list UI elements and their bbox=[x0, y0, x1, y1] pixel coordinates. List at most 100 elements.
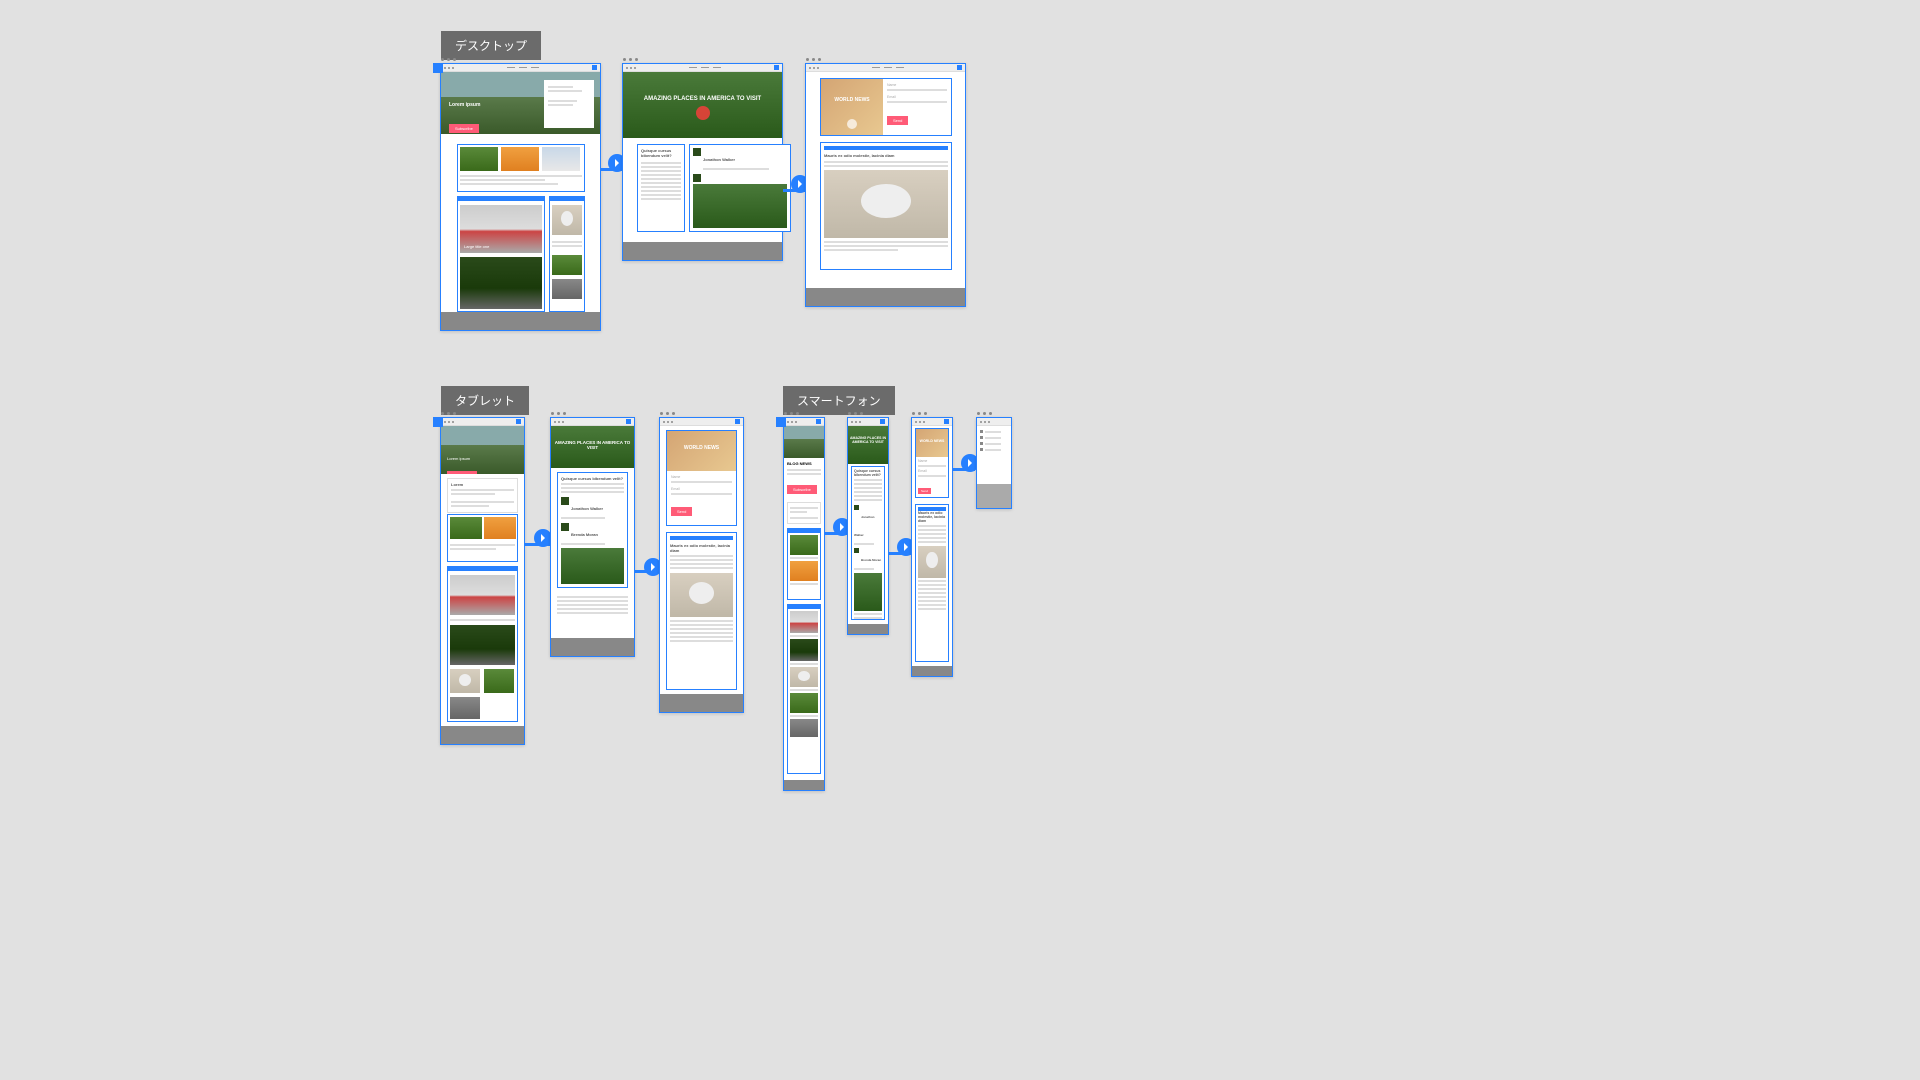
traffic-lights-icon bbox=[441, 412, 456, 415]
desktop-frame-3[interactable]: WORLD NEWS Name Email Send Mauris ex odi… bbox=[805, 63, 966, 307]
info-card: Lorem bbox=[447, 478, 518, 513]
section-sidebar[interactable] bbox=[549, 196, 585, 312]
hero-image: Lorem ipsum Subscribe bbox=[441, 72, 600, 134]
tablet-frame-2[interactable]: AMAZING PLACES IN AMERICA TO VISIT Quisq… bbox=[550, 417, 635, 657]
sp-featured[interactable] bbox=[787, 604, 821, 774]
authors-card[interactable]: Jonathon Walker Brenda Moran bbox=[689, 144, 791, 232]
tablet-cards-row[interactable] bbox=[447, 514, 518, 562]
sp-cards[interactable] bbox=[787, 528, 821, 600]
article-heading-2: Mauris ex odio molestie, lacinia diam bbox=[824, 153, 948, 158]
sp-frame-menu[interactable] bbox=[976, 417, 1012, 509]
browser-chrome bbox=[977, 418, 1011, 426]
footer bbox=[623, 242, 782, 260]
label-tablet: タブレット bbox=[441, 386, 529, 415]
subscribe-form: Name Email Send bbox=[887, 83, 947, 127]
world-news-t[interactable]: WORLD NEWS Name Email Send bbox=[666, 430, 737, 526]
play-icon-small bbox=[847, 119, 857, 129]
thumb bbox=[484, 517, 516, 539]
hero-forest: AMAZING PLACES IN AMERICA TO VISIT bbox=[623, 72, 782, 138]
thumb-elephant-small bbox=[552, 205, 582, 235]
send-button: Send bbox=[887, 116, 908, 125]
browser-chrome bbox=[623, 64, 782, 72]
tablet-featured[interactable] bbox=[447, 566, 518, 722]
label-desktop: デスクトップ bbox=[441, 31, 541, 60]
thumb bbox=[450, 669, 480, 693]
thumb-bridge bbox=[450, 575, 515, 615]
thumb-path bbox=[460, 257, 542, 309]
footer bbox=[784, 780, 824, 790]
traffic-lights-icon bbox=[660, 412, 675, 415]
blog-news-title: BLOG NEWS bbox=[787, 461, 821, 466]
section-featured[interactable]: Large title one bbox=[457, 196, 545, 312]
traffic-lights-icon bbox=[977, 412, 992, 415]
thumb bbox=[484, 669, 514, 693]
traffic-lights-icon bbox=[848, 412, 863, 415]
hero-text: Lorem ipsum bbox=[447, 456, 470, 461]
browser-chrome bbox=[848, 418, 888, 426]
hero-sp bbox=[784, 426, 824, 458]
sp-frame-3[interactable]: WORLD NEWS NameEmailSend Mauris ex odio … bbox=[911, 417, 953, 677]
sp-worldnews[interactable]: WORLD NEWS NameEmailSend bbox=[915, 428, 949, 498]
thumb-desert: WORLD NEWS bbox=[667, 431, 736, 471]
thumb bbox=[450, 517, 482, 539]
traffic-lights-icon bbox=[551, 412, 566, 415]
browser-chrome bbox=[784, 418, 824, 426]
traffic-lights-icon bbox=[623, 58, 638, 61]
article-heading: Quisque cursus bibendum velit? bbox=[641, 148, 681, 158]
browser-chrome bbox=[441, 418, 524, 426]
hero-title: AMAZING PLACES IN AMERICA TO VISIT bbox=[623, 96, 782, 102]
footer bbox=[551, 638, 634, 656]
browser-chrome bbox=[551, 418, 634, 426]
traffic-lights-icon bbox=[806, 58, 821, 61]
article-block[interactable]: Mauris ex odio molestie, lacinia diam bbox=[820, 142, 952, 270]
selection-handle[interactable] bbox=[776, 417, 786, 427]
browser-chrome bbox=[660, 418, 743, 426]
section-cards-row[interactable] bbox=[457, 144, 585, 192]
hero-card bbox=[544, 80, 594, 128]
play-icon bbox=[696, 106, 710, 120]
design-canvas[interactable]: デスクトップ Lorem ipsum Subscribe Large title… bbox=[0, 0, 1920, 1080]
thumb-desert: WORLD NEWS bbox=[821, 79, 883, 135]
thumb-bridge: Large title one bbox=[460, 205, 542, 253]
article-card-t[interactable]: Quisque cursus bibendum velit? Jonathon … bbox=[557, 472, 628, 588]
thumb bbox=[561, 548, 624, 584]
desktop-frame-1[interactable]: Lorem ipsum Subscribe Large title one bbox=[440, 63, 601, 331]
browser-chrome bbox=[912, 418, 952, 426]
world-news-block[interactable]: WORLD NEWS Name Email Send bbox=[820, 78, 952, 136]
thumb-sky bbox=[542, 147, 580, 171]
thumb bbox=[670, 573, 733, 617]
hero-tablet: Lorem ipsum Subscribe bbox=[441, 426, 524, 474]
selection-handle[interactable] bbox=[433, 417, 443, 427]
cta-button: Subscribe bbox=[449, 117, 479, 134]
sp-article[interactable]: Quisque cursus bibendum velit? Jonathon … bbox=[851, 466, 885, 620]
thumb-path bbox=[450, 625, 515, 665]
sp-frame-2[interactable]: AMAZING PLACES IN AMERICA TO VISIT Quisq… bbox=[847, 417, 889, 635]
thumb-umbrella bbox=[501, 147, 539, 171]
footer bbox=[441, 726, 524, 744]
hero-forest-t: AMAZING PLACES IN AMERICA TO VISIT bbox=[551, 426, 634, 468]
world-news-title: WORLD NEWS bbox=[821, 97, 883, 103]
sp-frame-1[interactable]: BLOG NEWS Subscribe bbox=[783, 417, 825, 791]
thumb-green-small bbox=[552, 255, 582, 275]
article-t3[interactable]: Mauris ex odio molestie, lacinia diam bbox=[666, 532, 737, 690]
selection-handle[interactable] bbox=[433, 63, 443, 73]
card-title: Large title one bbox=[464, 244, 489, 249]
author-row-1: Jonathon Walker bbox=[693, 148, 787, 166]
thumb-elephant-large bbox=[824, 170, 948, 238]
thumb-green bbox=[460, 147, 498, 171]
traffic-lights-icon bbox=[441, 58, 456, 61]
hero-title: AMAZING PLACES IN AMERICA TO VISIT bbox=[551, 440, 634, 450]
footer bbox=[806, 288, 965, 306]
traffic-lights-icon bbox=[912, 412, 927, 415]
tablet-frame-1[interactable]: Lorem ipsum Subscribe Lorem bbox=[440, 417, 525, 745]
menu-list bbox=[977, 426, 1011, 455]
article-text-card[interactable]: Quisque cursus bibendum velit? bbox=[637, 144, 685, 232]
browser-chrome bbox=[806, 64, 965, 72]
browser-chrome bbox=[441, 64, 600, 72]
tablet-frame-3[interactable]: WORLD NEWS Name Email Send Mauris ex odi… bbox=[659, 417, 744, 713]
desktop-frame-2[interactable]: AMAZING PLACES IN AMERICA TO VISIT Quisq… bbox=[622, 63, 783, 261]
hero-heading: Lorem ipsum bbox=[449, 102, 480, 108]
sp-article3[interactable]: Mauris ex odio molestie, lacinia diam bbox=[915, 504, 949, 662]
label-smartphone: スマートフォン bbox=[783, 386, 895, 415]
footer bbox=[660, 694, 743, 712]
